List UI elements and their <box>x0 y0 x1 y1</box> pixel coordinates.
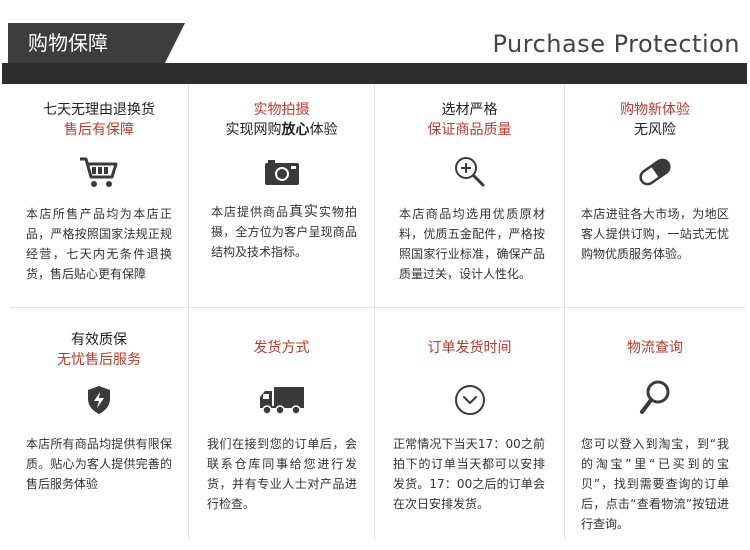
camera-icon <box>260 154 304 190</box>
feature-title: 物流查询 <box>627 340 683 356</box>
page-title: 购物保障 <box>28 31 108 55</box>
feature-description: 我们在接到您的订单后，会联系仓库同事给您进行发货，并有专业人士对产品进行检查。 <box>207 437 357 511</box>
feature-description: 本店提供商品真实实物拍摄，全方位为客户呈现商品结构及技术指标。 <box>211 202 357 262</box>
feature-subtitle: 实现网购放心体验 <box>189 120 374 140</box>
feature-card-returns: 七天无理由退换货 售后有保障 本店所售产品均为本店正品，严格按照国家法规正规经营… <box>10 84 188 307</box>
feature-title: 选材严格 <box>441 102 498 118</box>
header-bar <box>2 63 747 84</box>
magnifier-plus-icon <box>448 154 492 190</box>
feature-subtitle-emphasis: 放心 <box>281 122 310 138</box>
protection-grid: 七天无理由退换货 售后有保障 本店所售产品均为本店正品，严格按照国家法规正规经营… <box>10 84 745 539</box>
search-icon <box>633 380 677 416</box>
description-part: 本店提供商品 <box>211 205 289 219</box>
feature-card-dispatch-time: 订单发货时间 正常情况下当天17：00之前拍下的订单当天都可以安排发货。17：0… <box>375 308 564 539</box>
delivery-truck-icon <box>256 382 308 418</box>
feature-card-logistics-query: 物流查询 您可以登入到淘宝，到“我的淘宝”里“已买到的宝贝”，找到需要查询的订单… <box>565 308 745 539</box>
feature-description: 本店商品均选用优质原材料，优质五金配件，严格按照国家行业标准，确保产品质量过关，… <box>399 207 545 281</box>
shopping-cart-icon <box>77 154 121 190</box>
header: 购物保障 Purchase Protection <box>0 0 750 84</box>
feature-card-materials: 选材严格 保证商品质量 本店商品均选用优质原材料，优质五金配件，严格按照国家行业… <box>375 84 564 307</box>
feature-card-new-experience: 购物新体验 无风险 本店进驻各大市场，为地区客人提供订购，一站式无忧购物优质服务… <box>565 84 745 307</box>
feature-title: 订单发货时间 <box>427 340 512 356</box>
feature-card-shipping-method: 发货方式 我们在接到您的订单后，会联系仓库同事给您进行发货，并有专业人士对产品进… <box>189 308 374 539</box>
feature-description: 本店所有商品均提供有限保质。贴心为客人提供完善的售后服务体验 <box>26 437 172 491</box>
feature-title: 购物新体验 <box>620 102 690 118</box>
feature-description: 正常情况下当天17：00之前拍下的订单当天都可以安排发货。17：00之后的订单会… <box>393 437 545 511</box>
feature-title: 有效质保 <box>71 332 127 348</box>
feature-description: 您可以登入到淘宝，到“我的淘宝”里“已买到的宝贝”，找到需要查询的订单后，点击“… <box>581 437 729 531</box>
description-highlight: 真实 <box>288 204 319 220</box>
pill-capsule-icon <box>633 154 677 190</box>
feature-description: 本店进驻各大市场，为地区客人提供订购，一站式无忧购物优质服务体验。 <box>581 207 729 261</box>
feature-card-real-photo: 实物拍摄 实现网购放心体验 本店提供商品真实实物拍摄，全方位为客户呈现商品结构及… <box>189 84 374 307</box>
clock-icon <box>448 382 492 418</box>
feature-subtitle: 无风险 <box>634 122 676 138</box>
feature-subtitle: 无忧售后服务 <box>57 352 141 368</box>
feature-title: 实物拍摄 <box>253 102 310 118</box>
header-tab: 购物保障 <box>8 23 185 63</box>
shield-lightning-icon <box>77 382 121 418</box>
feature-subtitle-part: 体验 <box>309 122 338 138</box>
feature-subtitle: 保证商品质量 <box>427 122 512 138</box>
feature-description: 本店所售产品均为本店正品，严格按照国家法规正规经营，七天内无条件退换货，售后贴心… <box>26 207 172 281</box>
feature-subtitle: 售后有保障 <box>64 122 134 138</box>
feature-subtitle-part: 实现网购 <box>225 122 282 138</box>
page-subtitle-en: Purchase Protection <box>492 30 740 58</box>
feature-title: 发货方式 <box>253 340 310 356</box>
feature-title: 七天无理由退换货 <box>43 102 155 118</box>
feature-card-warranty: 有效质保 无忧售后服务 本店所有商品均提供有限保质。贴心为客人提供完善的售后服务… <box>10 308 188 539</box>
